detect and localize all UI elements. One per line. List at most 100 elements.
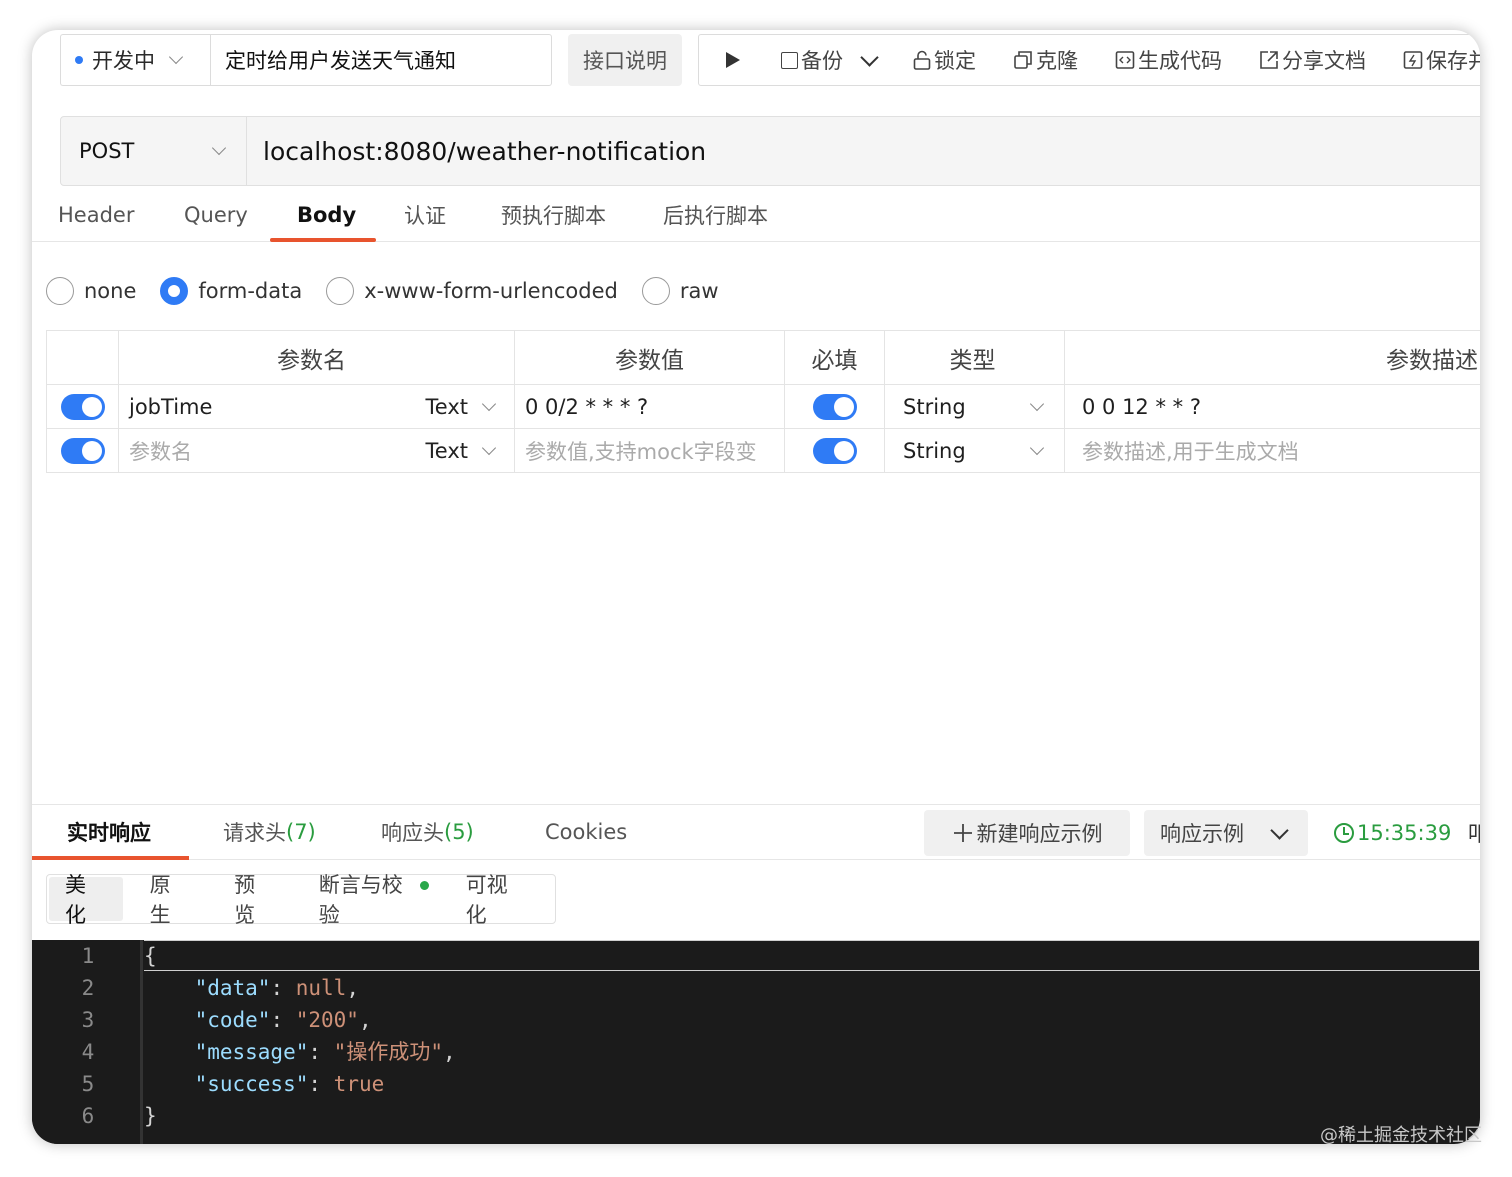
share-doc-label: 分享文档 — [1282, 49, 1366, 73]
param-value-input[interactable]: 参数值,支持mock字段变 — [514, 429, 784, 472]
tab-count: (5) — [444, 820, 474, 844]
view-tab-raw[interactable]: 原生 — [134, 873, 208, 927]
param-type-label: String — [903, 394, 966, 419]
new-response-example-label: 新建响应示例 — [976, 822, 1103, 846]
param-type-label: String — [903, 438, 966, 463]
chevron-down-icon[interactable] — [860, 47, 879, 67]
app-window: 开发中 定时给用户发送天气通知 接口说明 备份 锁定 克隆 生成代码 分享文档 — [32, 30, 1480, 1144]
backup-button[interactable]: 备份 — [781, 35, 879, 85]
current-line-highlight — [144, 940, 1480, 971]
run-button[interactable] — [725, 35, 741, 85]
tab-realtime-response[interactable]: 实时响应 — [67, 805, 151, 859]
save-button[interactable]: 保存并 — [1403, 35, 1480, 85]
json-value: "200" — [295, 1008, 359, 1032]
header-cell-toggle — [46, 331, 118, 384]
request-url-bar: POST localhost:8080/weather-notification — [60, 116, 1480, 186]
param-description-input[interactable]: 0 0 12 * * ? — [1064, 385, 1480, 428]
tab-request-headers[interactable]: 请求头 (7) — [223, 805, 316, 859]
code-comma: , — [442, 1040, 456, 1064]
header-cell-value: 参数值 — [514, 331, 784, 384]
backup-label: 备份 — [801, 49, 843, 73]
header-cell-name: 参数名 — [118, 331, 514, 384]
backup-icon — [781, 51, 798, 69]
radio-icon — [46, 277, 74, 305]
tab-body[interactable]: Body — [297, 188, 356, 242]
chevron-down-icon — [168, 49, 184, 65]
line-number: 1 — [81, 944, 95, 968]
active-response-tab-indicator — [32, 856, 189, 860]
param-description-input[interactable]: 参数描述,用于生成文档 — [1064, 429, 1480, 472]
param-type-select[interactable]: String — [884, 385, 1064, 428]
status-select[interactable]: 开发中 — [60, 34, 210, 86]
body-type-raw[interactable]: raw — [641, 277, 719, 305]
clone-label: 克隆 — [1036, 49, 1078, 73]
url-input[interactable]: localhost:8080/weather-notification — [247, 117, 1480, 185]
enable-toggle[interactable] — [60, 437, 105, 464]
required-toggle[interactable] — [812, 393, 857, 420]
response-example-select[interactable]: 响应示例 — [1144, 810, 1308, 856]
active-tab-indicator — [270, 238, 376, 242]
view-tab-assertions[interactable]: 断言与校验 — [303, 873, 439, 927]
tab-cookies[interactable]: Cookies — [545, 805, 627, 859]
line-number: 2 — [81, 976, 95, 1000]
response-code-viewer[interactable]: 1 2 3 4 5 6 { "data": null, "code": "200… — [32, 940, 1480, 1144]
share-doc-button[interactable]: 分享文档 — [1259, 35, 1366, 85]
new-response-example-button[interactable]: 新建响应示例 — [924, 810, 1130, 856]
tab-label: 响应头 — [381, 821, 444, 845]
body-type-urlencoded[interactable]: x-www-form-urlencoded — [326, 277, 618, 305]
view-tab-visualize[interactable]: 可视化 — [450, 873, 544, 927]
tab-post-script[interactable]: 后执行脚本 — [663, 188, 768, 242]
chevron-down-icon — [481, 440, 497, 455]
response-example-label: 响应示例 — [1160, 822, 1244, 846]
enable-toggle[interactable] — [60, 393, 105, 420]
body-type-form-data[interactable]: form-data — [160, 277, 302, 305]
lock-button[interactable]: 锁定 — [913, 35, 976, 85]
header-cell-description: 参数描述 — [1064, 331, 1480, 384]
method-label: POST — [79, 139, 135, 163]
code-line: "code": "200", — [194, 1008, 372, 1032]
radio-label: none — [84, 279, 137, 303]
watermark: @稀土掘金技术社区 — [1320, 1125, 1482, 1146]
required-cell — [784, 385, 884, 428]
param-name-type-label: Text — [425, 394, 468, 419]
json-value: "操作成功" — [333, 1040, 443, 1064]
lock-label: 锁定 — [934, 49, 976, 73]
generate-code-label: 生成代码 — [1138, 49, 1222, 73]
clone-button[interactable]: 克隆 — [1013, 35, 1078, 85]
method-select[interactable]: POST — [61, 117, 247, 185]
response-view-tabs: 美化 原生 预览 断言与校验 可视化 — [46, 873, 556, 927]
param-value-input[interactable]: 0 0/2 * * * ? — [514, 385, 784, 428]
code-icon — [1115, 51, 1135, 69]
radio-checked-icon — [160, 277, 189, 305]
tab-response-headers[interactable]: 响应头 (5) — [381, 805, 474, 859]
tab-query[interactable]: Query — [184, 188, 248, 242]
view-tab-preview[interactable]: 预览 — [218, 873, 292, 927]
required-toggle[interactable] — [812, 437, 857, 464]
line-number: 3 — [81, 1008, 95, 1032]
code-line: "success": true — [194, 1072, 385, 1096]
chevron-down-icon — [481, 396, 497, 411]
param-type-select[interactable]: String — [884, 429, 1064, 472]
tab-pre-script[interactable]: 预执行脚本 — [501, 188, 606, 242]
radio-icon — [326, 277, 355, 305]
param-name-input[interactable]: 参数名 — [129, 436, 192, 466]
line-number: 6 — [81, 1104, 95, 1128]
tab-header[interactable]: Header — [58, 188, 134, 242]
json-key: "code" — [194, 1008, 271, 1032]
param-name-input[interactable]: jobTime — [129, 395, 212, 419]
line-number: 5 — [81, 1072, 95, 1096]
api-name-input[interactable]: 定时给用户发送天气通知 — [210, 34, 552, 86]
tab-auth[interactable]: 认证 — [404, 188, 446, 242]
header-cell-type: 类型 — [884, 331, 1064, 384]
code-line: { — [144, 940, 157, 972]
view-tab-pretty[interactable]: 美化 — [49, 873, 123, 927]
json-key: "message" — [194, 1040, 309, 1064]
param-name-type-select[interactable]: Text — [425, 438, 497, 463]
generate-code-button[interactable]: 生成代码 — [1115, 35, 1222, 85]
status-label: 开发中 — [92, 49, 155, 73]
body-type-none[interactable]: none — [46, 277, 136, 305]
api-doc-button[interactable]: 接口说明 — [568, 34, 682, 86]
param-name-type-label: Text — [425, 438, 468, 463]
param-name-type-select[interactable]: Text — [425, 394, 497, 419]
overflow-label: 叩 — [1468, 822, 1480, 846]
